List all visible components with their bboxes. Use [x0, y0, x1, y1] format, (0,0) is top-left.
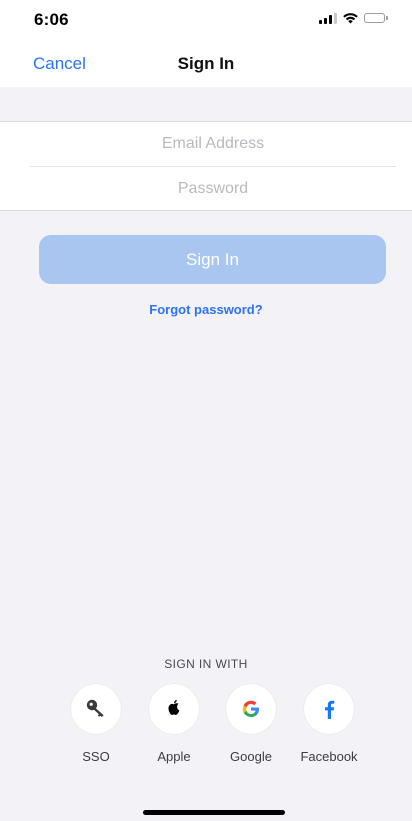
apple-label: Apple [157, 749, 191, 764]
status-time: 6:06 [34, 10, 69, 29]
wifi-icon [343, 13, 358, 24]
google-icon [242, 700, 259, 717]
google-label: Google [230, 749, 272, 764]
email-field-container [30, 122, 396, 166]
password-field-container [30, 167, 396, 211]
sso-label: SSO [82, 749, 110, 764]
home-indicator[interactable] [143, 810, 285, 815]
cellular-signal-icon [319, 12, 337, 24]
social-sign-in-row: SSO Apple Google Facebook [0, 684, 412, 774]
sign-in-with-heading: SIGN IN WITH [164, 657, 248, 671]
cancel-button[interactable]: Cancel [33, 54, 86, 74]
facebook-icon [325, 700, 335, 719]
email-field[interactable] [30, 134, 396, 154]
facebook-sign-in-button[interactable]: Facebook [294, 684, 364, 764]
password-field[interactable] [30, 179, 396, 199]
google-sign-in-button[interactable]: Google [216, 684, 286, 764]
navigation-bar: Sign In Cancel [0, 42, 412, 87]
key-icon [86, 699, 104, 717]
apple-sign-in-button[interactable]: Apple [139, 684, 209, 764]
status-bar: 6:06 [0, 0, 412, 42]
sso-icon-circle[interactable] [71, 684, 121, 734]
facebook-label: Facebook [300, 749, 358, 764]
apple-icon [168, 699, 180, 715]
sign-in-button[interactable]: Sign In [39, 235, 386, 284]
facebook-icon-circle[interactable] [304, 684, 354, 734]
status-icons [319, 12, 388, 24]
battery-icon [364, 13, 388, 23]
sso-sign-in-button[interactable]: SSO [61, 684, 131, 764]
google-icon-circle[interactable] [226, 684, 276, 734]
forgot-password-link[interactable]: Forgot password? [149, 302, 262, 317]
forgot-password-row: Forgot password? [0, 302, 412, 317]
apple-icon-circle[interactable] [149, 684, 199, 734]
sign-in-form [0, 121, 412, 211]
